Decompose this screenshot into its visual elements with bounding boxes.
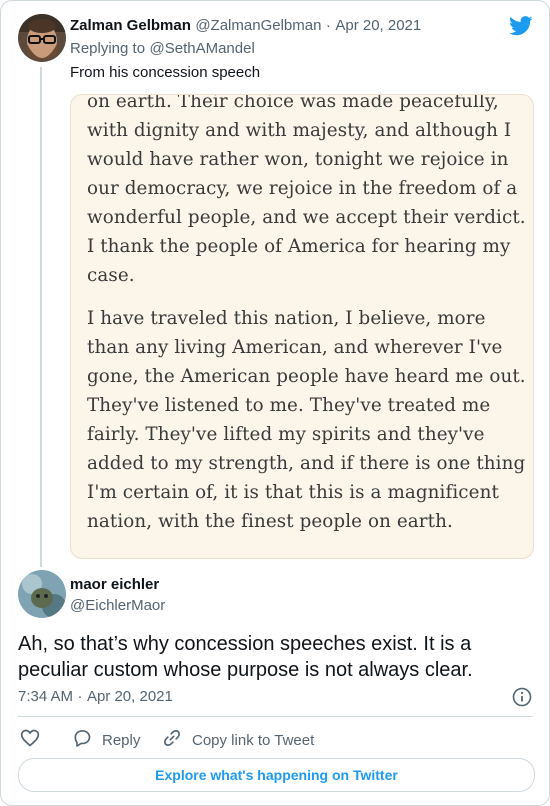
main-tweet-text: Ah, so that’s why concession speeches ex… bbox=[18, 633, 473, 681]
twitter-bird-icon[interactable] bbox=[509, 15, 533, 37]
reply-icon bbox=[72, 728, 92, 752]
reply-tweet-text: From his concession speech bbox=[70, 64, 261, 81]
like-button[interactable] bbox=[20, 728, 40, 752]
actions-divider bbox=[18, 716, 533, 717]
timestamp-separator: · bbox=[77, 688, 83, 705]
reply-author-handle[interactable]: @ZalmanGelbman bbox=[195, 17, 321, 34]
copy-link-label: Copy link to Tweet bbox=[192, 731, 315, 749]
thread-connector-line bbox=[40, 67, 42, 567]
link-icon bbox=[162, 728, 182, 752]
reply-label: Reply bbox=[102, 731, 141, 749]
heart-icon bbox=[20, 728, 40, 752]
header-separator: · bbox=[325, 17, 331, 34]
explore-twitter-button[interactable]: Explore what's happening on Twitter bbox=[18, 758, 535, 792]
speech-paragraph-2: I have traveled this nation, I believe, … bbox=[87, 308, 526, 532]
explore-label: Explore what's happening on Twitter bbox=[155, 767, 398, 783]
main-author-name[interactable]: maor eichler bbox=[70, 576, 159, 593]
tweet-image-speech-excerpt[interactable]: on earth. Their choice was made peaceful… bbox=[70, 94, 534, 559]
speech-paragraph-1: on earth. Their choice was made peaceful… bbox=[87, 94, 526, 286]
reply-button[interactable]: Reply bbox=[72, 728, 140, 752]
main-time[interactable]: 7:34 AM bbox=[18, 688, 73, 705]
embedded-tweet-card: Zalman Gelbman @ZalmanGelbman · Apr 20, … bbox=[0, 0, 550, 806]
main-author-handle[interactable]: @EichlerMaor bbox=[70, 597, 165, 614]
replying-to-handle[interactable]: @SethAMandel bbox=[150, 40, 255, 57]
reply-author-name[interactable]: Zalman Gelbman bbox=[70, 17, 191, 34]
info-icon[interactable] bbox=[512, 687, 532, 707]
zalman-avatar[interactable] bbox=[18, 14, 66, 62]
reply-tweet-header: Zalman Gelbman @ZalmanGelbman · Apr 20, … bbox=[70, 17, 421, 35]
main-date[interactable]: Apr 20, 2021 bbox=[87, 688, 173, 705]
replying-to-line: Replying to @SethAMandel bbox=[70, 40, 255, 58]
main-tweet-timestamp: 7:34 AM · Apr 20, 2021 bbox=[18, 688, 173, 706]
copy-link-button[interactable]: Copy link to Tweet bbox=[162, 728, 314, 752]
reply-date[interactable]: Apr 20, 2021 bbox=[335, 17, 421, 34]
replying-to-prefix: Replying to bbox=[70, 40, 146, 57]
maor-avatar[interactable] bbox=[18, 570, 66, 618]
